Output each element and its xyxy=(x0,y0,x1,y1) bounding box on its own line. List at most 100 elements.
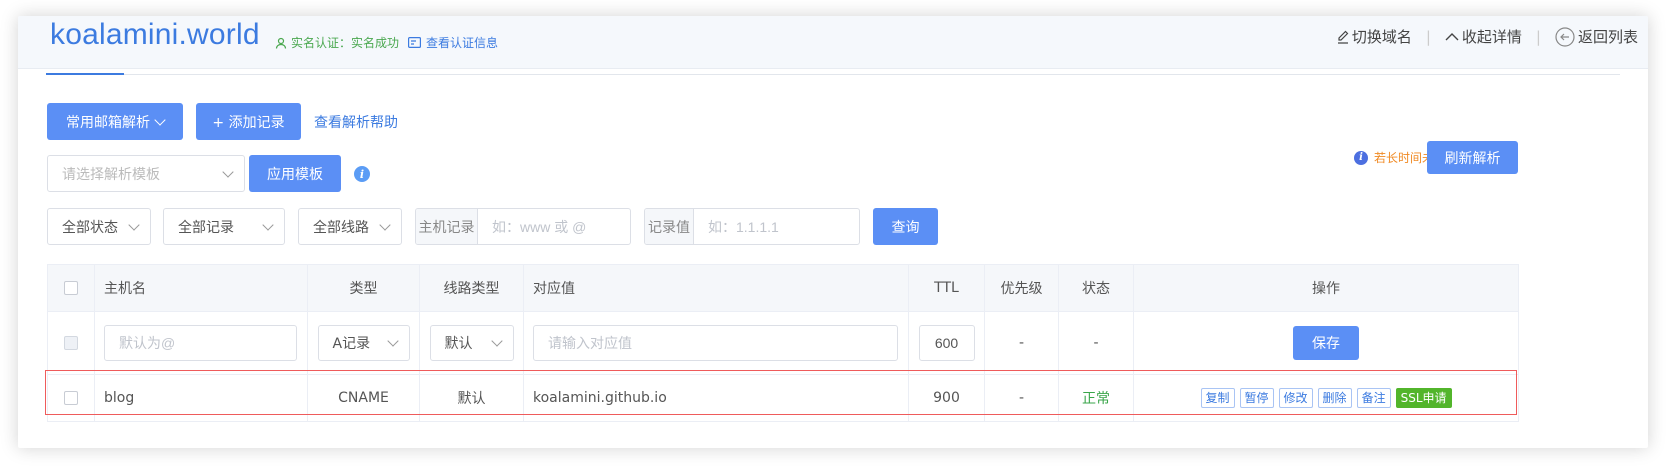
row-actions-cell: 复制 暂停 修改 删除 备注 SSL申请 xyxy=(1133,374,1519,422)
template-select[interactable]: 请选择解析模板 xyxy=(47,155,245,192)
chevron-down-icon xyxy=(386,335,399,347)
new-row-line-cell: 默认 xyxy=(419,311,524,375)
tab-underline xyxy=(46,73,1620,75)
select-all-cell xyxy=(47,264,95,312)
id-card-icon xyxy=(408,37,421,48)
new-row-actions-cell: 保存 xyxy=(1133,311,1519,375)
header-actions: 操作 xyxy=(1133,264,1519,312)
record-value-filter: 记录值 xyxy=(644,208,860,245)
header-line: 线路类型 xyxy=(419,264,524,312)
domain-title: koalamini.world xyxy=(50,18,260,51)
pause-button[interactable]: 暂停 xyxy=(1239,388,1274,408)
back-label: 返回列表 xyxy=(1577,28,1638,46)
add-record-button[interactable]: + 添加记录 xyxy=(196,103,301,140)
row-type: CNAME xyxy=(307,374,420,422)
back-arrow-icon xyxy=(1555,26,1575,47)
record-filter[interactable]: 全部记录 xyxy=(163,208,285,245)
query-label: 查询 xyxy=(891,219,920,236)
line-filter-value: 全部线路 xyxy=(313,219,369,236)
line-filter[interactable]: 全部线路 xyxy=(298,208,402,245)
edit-button[interactable]: 修改 xyxy=(1278,388,1313,408)
refresh-label: 刷新解析 xyxy=(1444,150,1501,167)
row-host: blog xyxy=(94,374,308,422)
record-filter-value: 全部记录 xyxy=(178,219,234,236)
chevron-down-icon xyxy=(222,165,234,178)
query-button[interactable]: 查询 xyxy=(873,208,938,245)
new-type-value: A记录 xyxy=(332,336,371,352)
verify-text: 实名认证：实名成功 xyxy=(291,36,400,50)
row-status: 正常 xyxy=(1058,374,1134,422)
view-verify-link[interactable]: 查看认证信息 xyxy=(408,34,498,51)
new-row-priority: - xyxy=(984,311,1059,375)
table-row: blog CNAME 默认 koalamini.github.io 900 - … xyxy=(47,374,1519,422)
chevron-down-icon xyxy=(490,335,503,347)
row-checkbox xyxy=(64,336,78,350)
note-button[interactable]: 备注 xyxy=(1356,388,1391,408)
header-status: 状态 xyxy=(1058,264,1134,312)
record-value-label: 记录值 xyxy=(645,209,694,244)
new-line-select[interactable]: 默认 xyxy=(429,325,514,361)
active-tab-indicator xyxy=(46,73,124,75)
row-priority: - xyxy=(984,374,1059,422)
delete-button[interactable]: 删除 xyxy=(1317,388,1352,408)
chevron-down-icon xyxy=(154,113,166,126)
row-line: 默认 xyxy=(419,374,524,422)
record-value-input[interactable] xyxy=(694,209,859,244)
row-actions: 复制 暂停 修改 删除 备注 SSL申请 xyxy=(1135,388,1517,408)
divider: | xyxy=(1535,27,1541,46)
mail-parse-label: 常用邮箱解析 xyxy=(66,114,150,131)
user-icon xyxy=(275,37,287,49)
ssl-apply-button[interactable]: SSL申请 xyxy=(1395,388,1452,408)
row-checkbox-cell xyxy=(47,374,95,422)
add-record-label: + 添加记录 xyxy=(212,114,285,131)
apply-template-label: 应用模板 xyxy=(267,166,323,183)
info-icon[interactable]: i xyxy=(354,166,370,182)
new-type-select[interactable]: A记录 xyxy=(317,325,410,361)
new-record-row: A记录 默认 - - 保存 xyxy=(47,311,1519,375)
host-record-filter: 主机记录 xyxy=(415,208,631,245)
new-row-host-cell xyxy=(94,311,308,375)
row-ttl: 900 xyxy=(908,374,985,422)
chevron-down-icon xyxy=(262,218,274,231)
header-actions: 切换域名 | 收起详情 | 返回列表 xyxy=(1337,26,1638,47)
view-verify-label: 查看认证信息 xyxy=(426,36,499,50)
host-record-input[interactable] xyxy=(478,209,630,244)
switch-domain-label: 切换域名 xyxy=(1351,28,1412,46)
host-record-label: 主机记录 xyxy=(416,209,478,244)
new-host-input[interactable] xyxy=(104,325,297,361)
new-row-type-cell: A记录 xyxy=(307,311,420,375)
chevron-down-icon xyxy=(128,218,140,231)
header-ttl: TTL xyxy=(908,264,985,312)
domain-header: koalamini.world 实名认证：实名成功 查看认证信息 切换域名 | … xyxy=(18,16,1648,69)
new-value-input[interactable] xyxy=(533,325,898,361)
copy-button[interactable]: 复制 xyxy=(1200,388,1235,408)
row-checkbox[interactable] xyxy=(64,391,78,405)
new-row-ttl-cell xyxy=(908,311,985,375)
header-type: 类型 xyxy=(307,264,420,312)
switch-domain-button[interactable]: 切换域名 xyxy=(1337,26,1412,47)
new-row-value-cell xyxy=(523,311,909,375)
new-line-value: 默认 xyxy=(444,336,473,352)
chevron-up-icon xyxy=(1445,32,1459,40)
table-header-row: 主机名 类型 线路类型 对应值 TTL 优先级 状态 操作 xyxy=(47,264,1519,312)
info-icon: i xyxy=(1353,150,1368,165)
select-all-checkbox[interactable] xyxy=(64,281,78,295)
apply-template-button[interactable]: 应用模板 xyxy=(249,155,341,192)
save-button[interactable]: 保存 xyxy=(1293,326,1359,360)
new-row-checkbox-cell xyxy=(47,311,95,375)
divider: | xyxy=(1425,27,1431,46)
verify-status: 实名认证：实名成功 xyxy=(275,34,399,51)
refresh-parse-button[interactable]: 刷新解析 xyxy=(1427,141,1518,174)
status-filter[interactable]: 全部状态 xyxy=(47,208,151,245)
header-priority: 优先级 xyxy=(984,264,1059,312)
header-value: 对应值 xyxy=(523,264,909,312)
status-filter-value: 全部状态 xyxy=(62,219,118,236)
back-button[interactable]: 返回列表 xyxy=(1555,26,1638,47)
chevron-down-icon xyxy=(379,218,391,231)
pencil-icon xyxy=(1337,30,1349,44)
mail-parse-dropdown[interactable]: 常用邮箱解析 xyxy=(47,103,183,140)
row-value: koalamini.github.io xyxy=(523,374,909,422)
parse-help-link[interactable]: 查看解析帮助 xyxy=(314,112,398,132)
collapse-button[interactable]: 收起详情 xyxy=(1445,26,1522,47)
new-ttl-input[interactable] xyxy=(918,325,975,361)
